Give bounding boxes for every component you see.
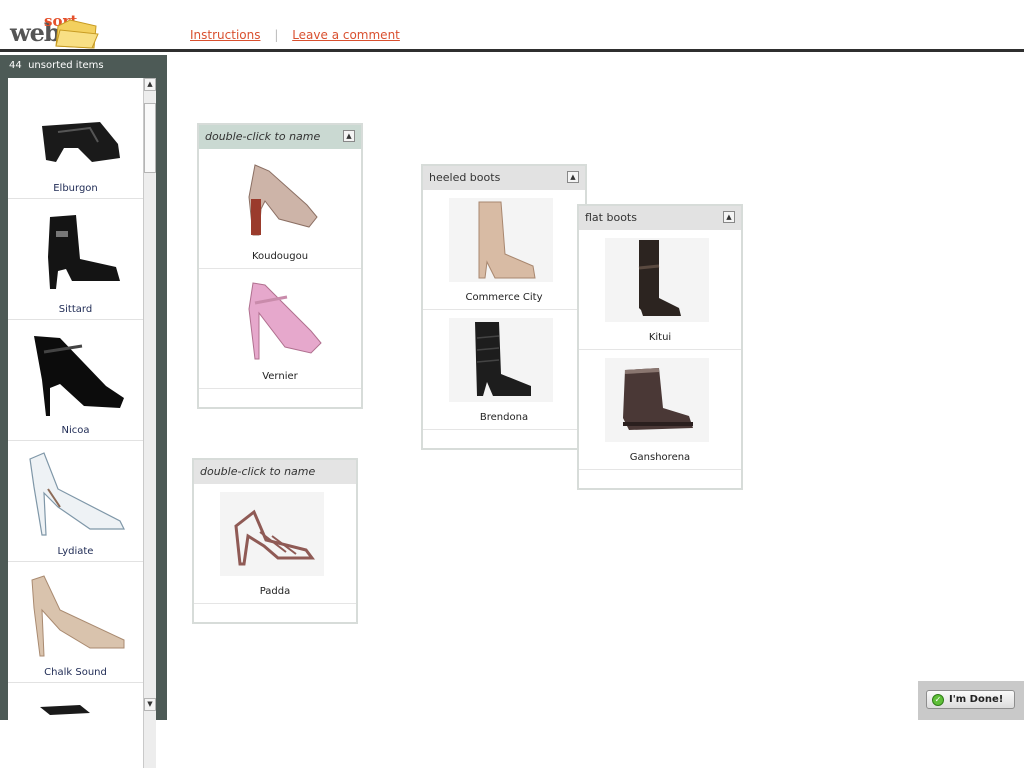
group-title-text[interactable]: flat boots [585,211,637,224]
top-nav: Instructions | Leave a comment [190,28,400,42]
instructions-link[interactable]: Instructions [190,28,260,42]
group-title[interactable]: flat boots ▲ [579,206,741,230]
white-stiletto-pump-icon [29,452,125,536]
group-card[interactable]: Ganshorena [579,350,741,470]
scroll-thumb[interactable] [144,103,156,173]
item-label: Ganshorena [629,452,691,463]
leave-comment-link[interactable]: Leave a comment [292,28,400,42]
black-patent-mary-jane-icon [34,336,124,416]
unsorted-count-number: 44 [9,60,22,71]
scroll-up-arrow-icon[interactable]: ▲ [144,78,156,91]
item-label: Vernier [262,371,298,382]
done-button-panel: ✓ I'm Done! [918,681,1024,720]
group-title-text[interactable]: double-click to name [200,465,315,478]
group-title[interactable]: double-click to name [194,460,356,484]
group-card[interactable]: Commerce City [423,190,585,310]
nude-pointed-pump-icon [31,575,125,657]
scroll-down-arrow-icon[interactable]: ▼ [144,698,156,711]
unsorted-card[interactable]: Nicoa [8,320,143,441]
nav-separator: | [274,28,279,42]
sidebar-scrollbar[interactable]: ▲ ▼ [143,78,156,768]
unsorted-card[interactable]: Chalk Sound [8,562,143,683]
item-label: Nicoa [61,425,90,436]
group-footer [199,389,361,407]
group-footer [579,470,741,488]
pink-peep-toe-heel-icon [225,277,329,361]
folder-icon [55,19,99,49]
black-ankle-bootie-icon [48,215,120,289]
group-card[interactable]: Padda [194,484,356,604]
unsorted-card[interactable]: Elburgon [8,78,143,199]
unsorted-card[interactable]: Sittard [8,199,143,320]
unsorted-items-list[interactable]: Elburgon Sittard Nicoa Lydiate Chalk Sou… [8,78,143,768]
item-label: Brendona [479,412,529,423]
item-label: Chalk Sound [44,667,107,678]
im-done-label: I'm Done! [949,694,1004,705]
item-label: Elburgon [53,183,98,194]
beige-tall-boot-icon [449,198,553,282]
group-card[interactable]: Vernier [199,269,361,389]
brown-ankle-boot-icon [605,358,709,442]
group-title-text[interactable]: double-click to name [205,130,320,143]
strappy-sandal-icon [220,492,324,576]
item-label: Lydiate [57,546,94,557]
unsorted-count-label: unsorted items [28,60,104,71]
black-sandal-icon [40,705,90,715]
group-title[interactable]: double-click to name ▲ [199,125,361,149]
item-label: Koudougou [251,251,309,262]
im-done-button[interactable]: ✓ I'm Done! [926,690,1015,709]
group-flat-boots[interactable]: flat boots ▲ Kitui Ganshorena [577,204,743,490]
group-title[interactable]: heeled boots ▲ [423,166,585,190]
header: web sort Instructions | Leave a comment [0,0,1024,52]
item-label: Sittard [58,304,93,315]
group-title-text[interactable]: heeled boots [429,171,500,184]
checkmark-icon: ✓ [932,694,944,706]
collapse-icon[interactable]: ▲ [343,130,355,142]
group-footer [194,604,356,622]
item-label: Commerce City [465,292,543,303]
unsorted-items-panel: 44 unsorted items Elburgon Sittard Nicoa [0,55,167,768]
group-card[interactable]: Koudougou [199,149,361,269]
group-footer [423,430,585,448]
websort-logo: web sort [10,12,100,49]
group-card[interactable]: Kitui [579,230,741,350]
black-slouch-boot-icon [449,318,553,402]
unsorted-count: 44 unsorted items [9,60,104,71]
unsorted-card[interactable]: Lydiate [8,441,143,562]
brown-riding-boot-icon [605,238,709,322]
group-unnamed-1[interactable]: double-click to name ▲ Koudougou Vernier [197,123,363,409]
group-card[interactable]: Brendona [423,310,585,430]
collapse-icon[interactable]: ▲ [567,171,579,183]
unsorted-card-partial[interactable] [8,683,143,768]
black-wedge-sandal-icon [42,122,120,162]
collapse-icon[interactable]: ▲ [723,211,735,223]
group-unnamed-2[interactable]: double-click to name Padda [192,458,358,624]
group-heeled-boots[interactable]: heeled boots ▲ Commerce City Brendona [421,164,587,450]
tan-peep-toe-heel-icon [225,157,329,241]
item-label: Kitui [648,332,672,343]
item-label: Padda [259,586,291,597]
